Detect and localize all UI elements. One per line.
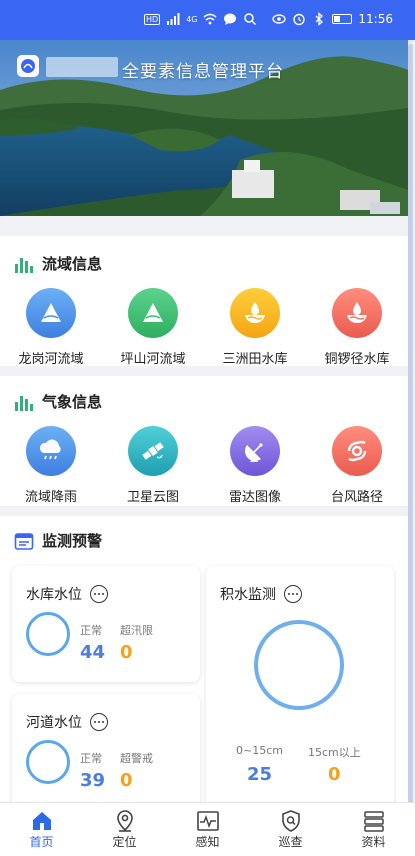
reservoir-over-value: 0 — [120, 642, 133, 663]
monitor-section-title: 监测预警 — [42, 532, 103, 550]
app-title: 全要素信息管理平台 — [122, 62, 284, 82]
radar-dish-icon — [230, 426, 280, 476]
weather-item-satellite[interactable]: 卫星云图 — [102, 426, 204, 505]
hd-icon: HD — [144, 13, 161, 25]
chat-bubble-icon[interactable] — [284, 585, 302, 603]
status-right-icons: 11:56 — [272, 12, 393, 26]
basin-item-sanzhoutian[interactable]: 三洲田水库 — [204, 288, 306, 367]
nav-patrol[interactable]: 巡查 — [249, 803, 332, 856]
river-level-header: 河道水位 — [26, 712, 108, 732]
status-left-icons: HD 4G — [144, 12, 257, 26]
waterlog-card[interactable]: 积水监测 0~15cm 15cm以上 25 0 — [206, 566, 394, 810]
basin-section: 流域信息 龙岗河流域 坪山河流域 三洲田水库 铜锣径水库 — [0, 236, 408, 367]
basin-item-label: 铜锣径水库 — [324, 352, 390, 367]
weather-section-header: 气象信息 — [14, 391, 102, 412]
basin-item-pingshanhe[interactable]: 坪山河流域 — [102, 288, 204, 367]
weather-item-typhoon[interactable]: 台风路径 — [306, 426, 408, 505]
basin-item-longganghe[interactable]: 龙岗河流域 — [0, 288, 102, 367]
river-level-title: 河道水位 — [26, 715, 82, 731]
archive-icon — [363, 811, 384, 832]
monitor-section-header: 监测预警 — [14, 530, 102, 551]
nav-archive[interactable]: 资料 — [332, 803, 415, 856]
nav-label: 定位 — [112, 835, 137, 849]
river-over-value: 0 — [120, 770, 133, 791]
basin-grid: 龙岗河流域 坪山河流域 三洲田水库 铜锣径水库 — [0, 288, 408, 367]
basin-item-label: 龙岗河流域 — [18, 352, 84, 367]
waterlog-header: 积水监测 — [220, 584, 302, 604]
reservoir-normal-value: 44 — [80, 642, 106, 663]
reservoir-over-label: 超汛限 — [120, 624, 153, 637]
waterlog-high-value: 0 — [328, 764, 341, 785]
river-basin-icon — [26, 288, 76, 338]
weather-item-label: 台风路径 — [330, 490, 383, 505]
nav-home[interactable]: 首页 — [0, 803, 83, 856]
weather-item-radar[interactable]: 雷达图像 — [204, 426, 306, 505]
weather-section: 气象信息 流域降雨 卫星云图 雷达图像 台风路径 — [0, 376, 408, 506]
basin-section-title: 流域信息 — [42, 255, 103, 273]
wifi-icon — [204, 13, 217, 25]
pulse-monitor-icon — [196, 811, 219, 831]
nav-label: 首页 — [29, 835, 54, 849]
reservoir-icon — [230, 288, 280, 338]
reservoir-level-header: 水库水位 — [26, 584, 108, 604]
basin-item-tongluojing[interactable]: 铜锣径水库 — [306, 288, 408, 367]
nav-location[interactable]: 定位 — [83, 803, 166, 856]
weather-item-label: 雷达图像 — [228, 490, 281, 505]
calendar-icon — [14, 532, 34, 550]
redacted-org-name — [46, 57, 118, 77]
reservoir-level-card[interactable]: 水库水位 正常 超汛限 44 0 — [12, 566, 200, 682]
river-normal-label: 正常 — [80, 752, 102, 765]
message-icon — [224, 13, 237, 25]
basin-item-label: 坪山河流域 — [120, 352, 186, 367]
shield-search-icon — [281, 810, 300, 832]
status-bar: HD 4G 11:56 — [0, 0, 415, 40]
reservoir-level-title: 水库水位 — [26, 587, 82, 603]
signal-icon — [167, 13, 180, 25]
waterlog-high-label: 15cm以上 — [308, 746, 361, 759]
river-level-card[interactable]: 河道水位 正常 超警戒 39 0 — [12, 694, 200, 810]
nav-label: 巡查 — [278, 835, 303, 849]
chat-bubble-icon[interactable] — [90, 585, 108, 603]
scrollbar-thumb[interactable] — [408, 44, 413, 804]
nav-label: 感知 — [195, 835, 220, 849]
bottom-nav: 首页 定位 感知 巡查 资料 — [0, 802, 415, 856]
eye-icon — [272, 14, 287, 24]
waterlog-ring — [254, 620, 344, 710]
reservoir-ring — [26, 612, 70, 656]
typhoon-icon — [332, 426, 382, 476]
waterlog-low-value: 25 — [247, 764, 273, 785]
nav-sense[interactable]: 感知 — [166, 803, 249, 856]
basin-item-label: 三洲田水库 — [222, 352, 288, 367]
basin-section-header: 流域信息 — [14, 253, 102, 274]
weather-item-label: 流域降雨 — [24, 490, 77, 505]
bar-chart-icon — [15, 395, 33, 411]
river-over-label: 超警戒 — [120, 752, 153, 765]
reservoir-normal-label: 正常 — [80, 624, 102, 637]
bar-chart-icon — [15, 257, 33, 273]
network-type: 4G — [186, 14, 198, 24]
nav-label: 资料 — [361, 835, 386, 849]
rain-cloud-icon — [26, 426, 76, 476]
home-icon — [32, 812, 51, 830]
bluetooth-icon — [315, 12, 324, 26]
search-notify-icon — [244, 13, 257, 26]
header-banner: 全要素信息管理平台 — [0, 40, 408, 216]
river-ring — [26, 740, 70, 784]
chat-bubble-icon[interactable] — [90, 713, 108, 731]
location-pin-icon — [116, 810, 133, 832]
app-logo — [17, 55, 39, 77]
river-basin-icon — [128, 288, 178, 338]
reservoir-icon — [332, 288, 382, 338]
waterlog-title: 积水监测 — [220, 587, 276, 603]
alarm-icon — [293, 13, 306, 26]
battery-icon — [332, 14, 353, 24]
status-time: 11:56 — [358, 12, 393, 26]
river-normal-value: 39 — [80, 770, 106, 791]
waterlog-low-label: 0~15cm — [236, 744, 283, 757]
weather-grid: 流域降雨 卫星云图 雷达图像 台风路径 — [0, 426, 408, 505]
satellite-icon — [128, 426, 178, 476]
weather-section-title: 气象信息 — [42, 393, 103, 411]
weather-item-rain[interactable]: 流域降雨 — [0, 426, 102, 505]
weather-item-label: 卫星云图 — [126, 490, 179, 505]
